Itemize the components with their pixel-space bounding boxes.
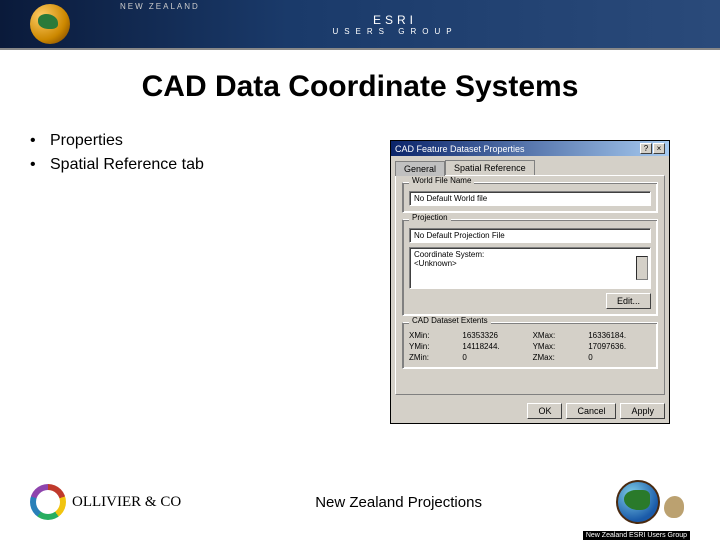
extent-label: ZMax: [533,353,581,362]
dialog-body: General Spatial Reference World File Nam… [391,156,669,399]
edit-button[interactable]: Edit... [606,293,651,309]
world-file-value: No Default World file [409,191,651,206]
tab-pane: World File Name No Default World file Pr… [395,175,665,395]
extent-label: XMax: [533,331,581,340]
group-world-file: World File Name No Default World file [402,182,658,213]
extent-value: 14118244. [462,342,524,351]
ok-button[interactable]: OK [527,403,562,419]
extent-label: YMin: [409,342,454,351]
dialog-title-buttons: ? × [640,143,665,154]
tab-general[interactable]: General [395,161,445,176]
extent-label: XMin: [409,331,454,340]
slide-title: CAD Data Coordinate Systems [0,70,720,104]
footer-right [616,480,690,524]
group-extents-title: CAD Dataset Extents [409,316,491,325]
banner-sub: USERS GROUP [70,27,720,36]
header-banner: NEW ZEALAND ESRI USERS GROUP [0,0,720,50]
bullet-item: Properties [30,132,330,150]
tab-spatial-reference[interactable]: Spatial Reference [445,160,535,175]
close-button[interactable]: × [653,143,665,154]
dialog-titlebar: CAD Feature Dataset Properties ? × [391,141,669,156]
footer-left: OLLIVIER & CO [30,484,181,520]
properties-dialog: CAD Feature Dataset Properties ? × Gener… [390,140,670,424]
kiwi-icon [664,494,690,524]
ollivier-text: OLLIVIER & CO [72,494,181,511]
footer-right-caption: New Zealand ESRI Users Group [583,531,690,540]
footer-center-text: New Zealand Projections [181,494,616,511]
help-button[interactable]: ? [640,143,652,154]
extent-value: 16336184. [588,331,651,340]
coord-system-box: Coordinate System: <Unknown> [409,247,651,289]
group-projection: Projection No Default Projection File Co… [402,219,658,316]
extent-value: 17097636. [588,342,651,351]
banner-country: NEW ZEALAND [120,2,200,11]
extent-value: 0 [462,353,524,362]
extent-label: ZMin: [409,353,454,362]
extent-label: YMax: [533,342,581,351]
banner-globe-icon [30,4,70,44]
bullet-item: Spatial Reference tab [30,156,330,174]
banner-title: ESRI USERS GROUP [70,13,720,36]
cancel-button[interactable]: Cancel [566,403,616,419]
banner-main: ESRI [373,13,417,27]
coord-system-label: Coordinate System: [414,250,634,259]
scrollbar[interactable] [636,256,648,280]
extents-grid: XMin: 16353326 XMax: 16336184. YMin: 141… [409,331,651,362]
dialog-title-text: CAD Feature Dataset Properties [395,144,525,154]
extent-value: 0 [588,353,651,362]
apply-button[interactable]: Apply [620,403,665,419]
tab-row: General Spatial Reference [395,160,665,175]
footer-globe-icon [616,480,660,524]
extent-value: 16353326 [462,331,524,340]
coord-system-value: <Unknown> [414,259,634,268]
ring-logo-icon [30,484,66,520]
dialog-footer: OK Cancel Apply [391,399,669,423]
group-extents: CAD Dataset Extents XMin: 16353326 XMax:… [402,322,658,369]
bullet-list: Properties Spatial Reference tab [30,132,330,180]
projection-file-value: No Default Projection File [409,228,651,243]
group-projection-title: Projection [409,213,451,222]
group-world-file-title: World File Name [409,176,474,185]
footer: OLLIVIER & CO New Zealand Projections [0,480,720,524]
